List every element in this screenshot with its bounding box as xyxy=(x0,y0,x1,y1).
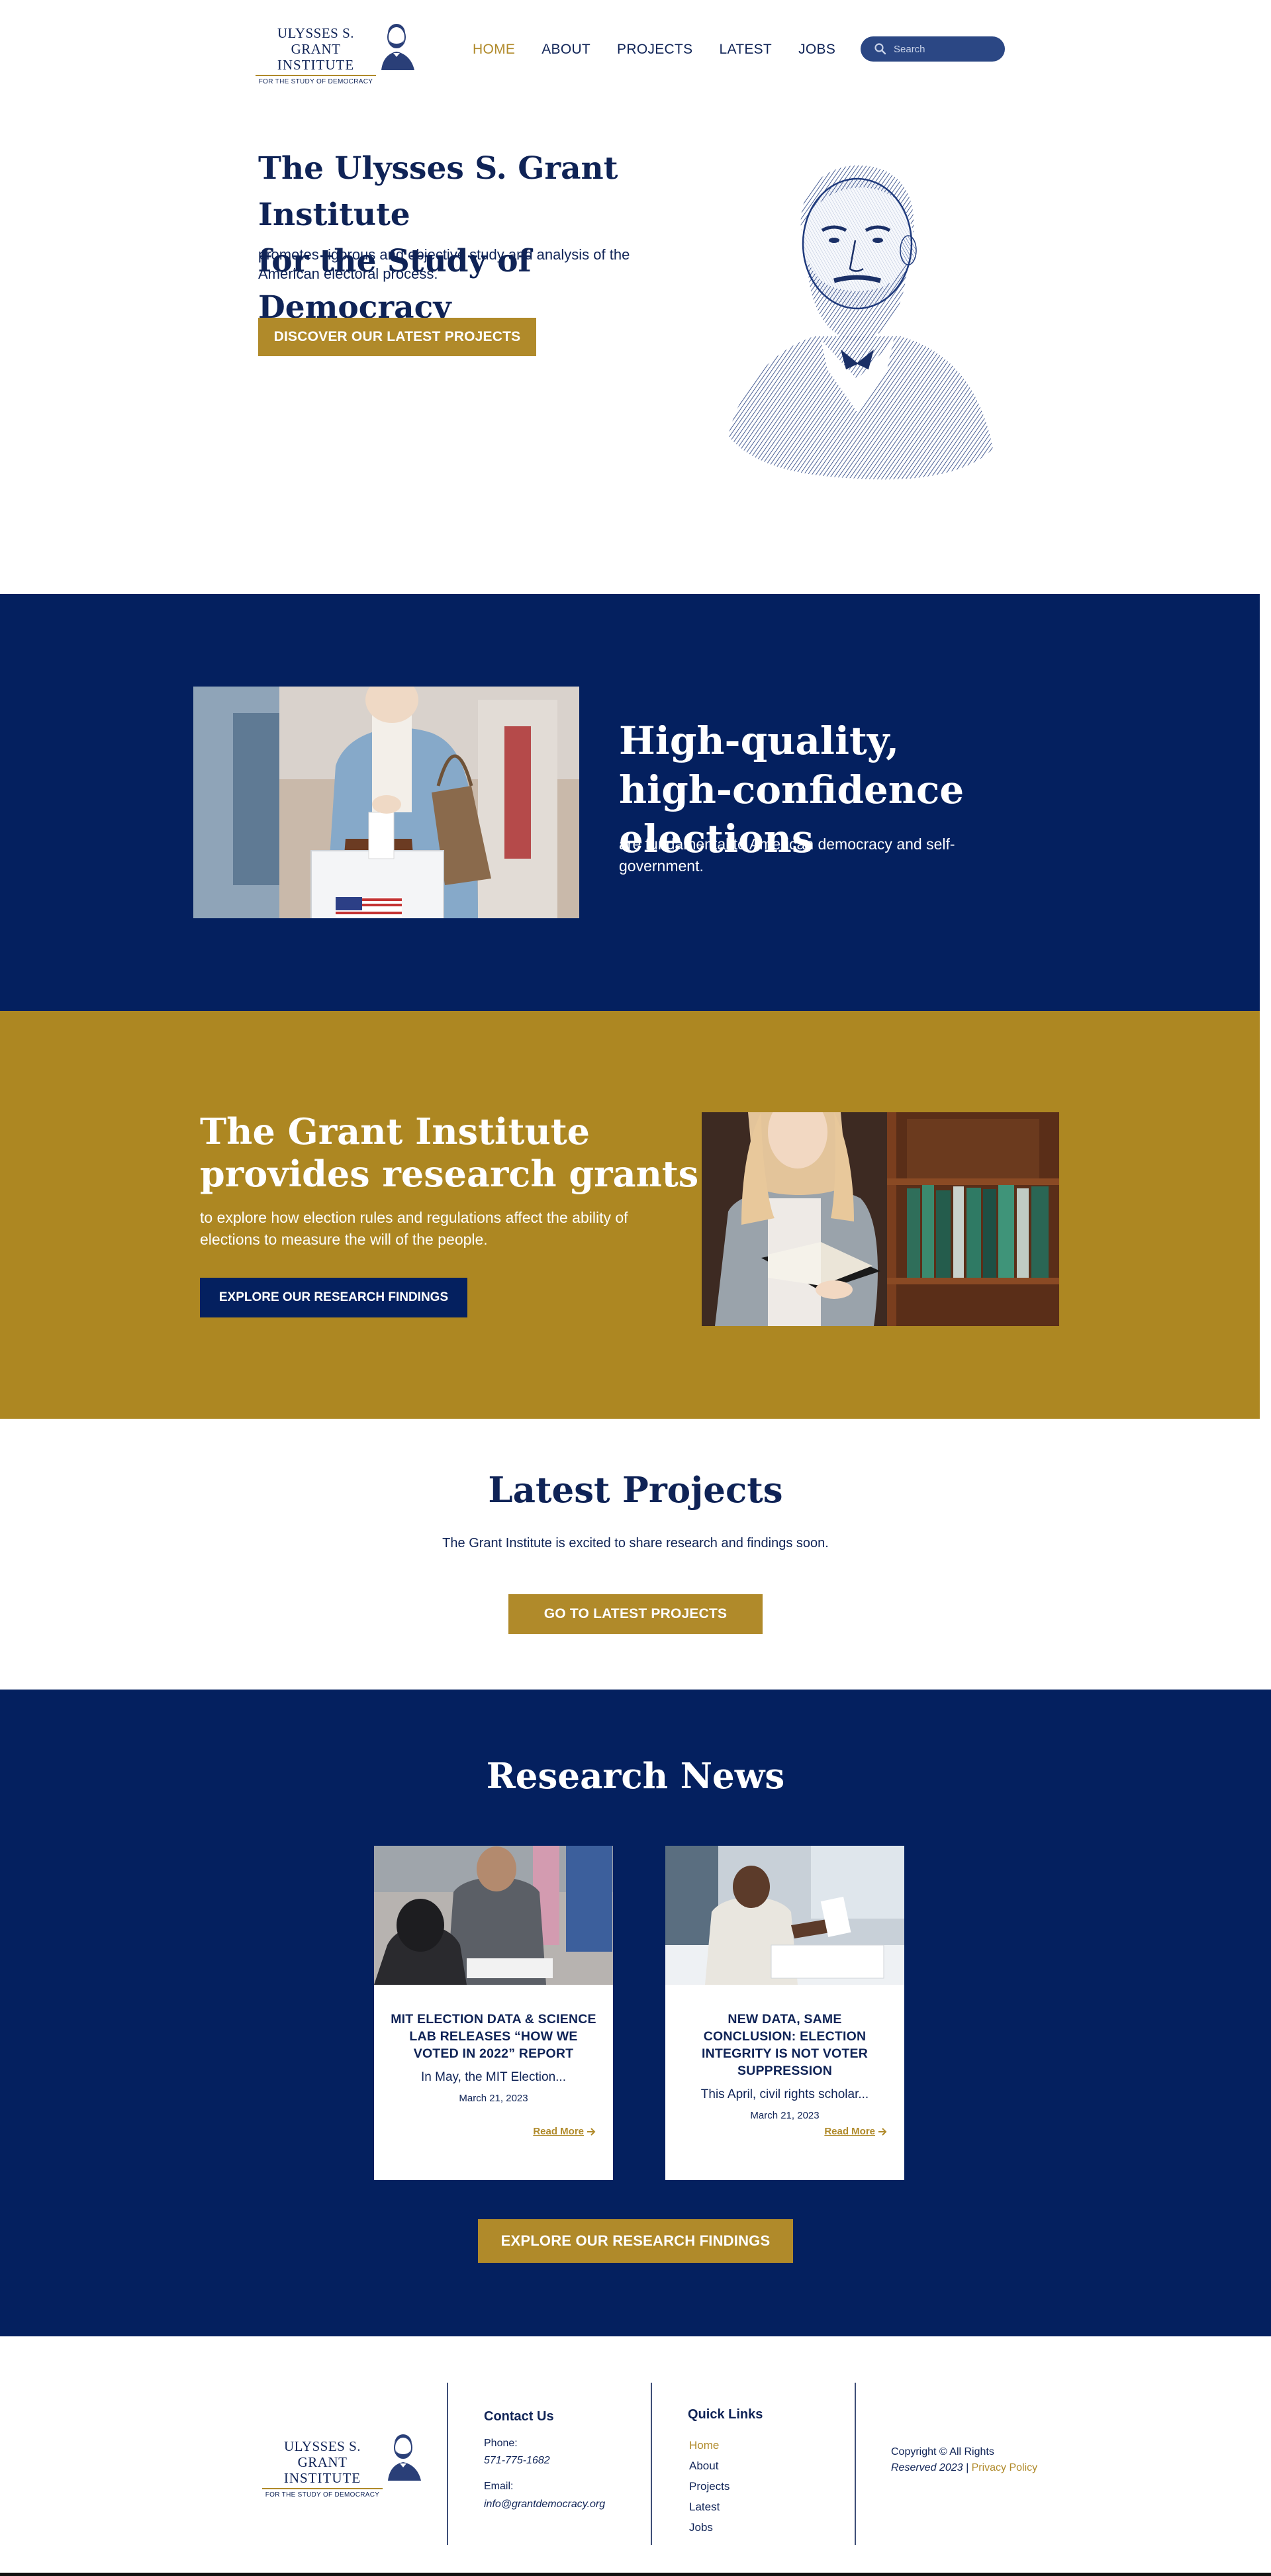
contact-heading: Contact Us xyxy=(484,2409,554,2424)
phone-label: Phone: xyxy=(484,2438,518,2449)
footer-logo-line-3: FOR THE STUDY OF DEMOCRACY xyxy=(265,2491,380,2499)
copyright-line-2: Reserved 2023 | Privacy Policy xyxy=(891,2460,1037,2476)
news-card-title[interactable]: MIT ELECTION DATA & SCIENCE LAB RELEASES… xyxy=(390,2011,597,2062)
copyright-year: Reserved 2023 | xyxy=(891,2462,969,2473)
logo-line-3: FOR THE STUDY OF DEMOCRACY xyxy=(258,78,373,85)
copyright: Copyright © All Rights Reserved 2023 | P… xyxy=(891,2444,1037,2476)
footer-logo[interactable]: ULYSSES S. GRANT INSTITUTE FOR THE STUDY… xyxy=(259,2429,425,2499)
news-card[interactable]: NEW DATA, SAME CONCLUSION: ELECTION INTE… xyxy=(665,1846,904,2180)
grants-subtitle: to explore how election rules and regula… xyxy=(200,1209,628,1248)
news-card-excerpt: This April, civil rights scholar... xyxy=(700,2087,869,2101)
news-card-date: March 21, 2023 xyxy=(459,2093,528,2104)
footer-link-projects[interactable]: Projects xyxy=(689,2480,730,2493)
news-card-image-ballot xyxy=(665,1846,904,1985)
grants-section: The Grant Institute provides research gr… xyxy=(0,1011,1260,1419)
privacy-policy-link[interactable]: Privacy Policy xyxy=(972,2462,1038,2473)
copyright-line-1: Copyright © All Rights xyxy=(891,2446,994,2457)
nav-home[interactable]: HOME xyxy=(473,40,515,60)
main-nav: HOME ABOUT PROJECTS LATEST JOBS xyxy=(473,40,862,60)
explore-findings-button[interactable]: EXPLORE OUR RESEARCH FINDINGS xyxy=(200,1278,467,1317)
phone-number[interactable]: 571-775-1682 xyxy=(484,2454,550,2467)
quick-links-heading: Quick Links xyxy=(688,2407,763,2422)
grant-bust-icon xyxy=(381,24,414,70)
footer-link-about[interactable]: About xyxy=(689,2459,718,2473)
footer-link-latest[interactable]: Latest xyxy=(689,2501,720,2514)
footer-link-home[interactable]: Home xyxy=(689,2439,719,2452)
reading-woman-photo xyxy=(702,1112,1059,1326)
logo-wordmark: ULYSSES S. GRANT INSTITUTE FOR THE STUDY… xyxy=(253,25,379,86)
elections-section: High-quality, high-confidence elections … xyxy=(0,594,1260,1011)
nav-jobs[interactable]: JOBS xyxy=(798,40,835,60)
arrow-right-icon xyxy=(878,2127,887,2136)
arrow-right-icon xyxy=(587,2127,596,2136)
footer-logo-line-2: INSTITUTE xyxy=(283,2470,361,2486)
grant-portrait-image xyxy=(728,165,993,480)
site-header: ULYSSES S. GRANT INSTITUTE FOR THE STUDY… xyxy=(0,0,1271,99)
read-more-label: Read More xyxy=(824,2126,875,2137)
footer-link-jobs[interactable]: Jobs xyxy=(689,2521,713,2534)
logo-rule xyxy=(256,75,376,76)
footer-divider xyxy=(651,2383,652,2545)
read-more-label: Read More xyxy=(533,2126,584,2137)
latest-projects-button[interactable]: GO TO LATEST PROJECTS xyxy=(508,1594,763,1634)
news-card[interactable]: MIT ELECTION DATA & SCIENCE LAB RELEASES… xyxy=(374,1846,613,2180)
news-card-date: March 21, 2023 xyxy=(750,2110,820,2121)
search-input[interactable] xyxy=(894,43,993,55)
logo-line-1: ULYSSES S. GRANT xyxy=(277,25,355,57)
discover-projects-button[interactable]: DISCOVER OUR LATEST PROJECTS xyxy=(258,318,536,356)
footer-bottom-bar xyxy=(0,2573,1271,2576)
nav-latest[interactable]: LATEST xyxy=(719,40,772,60)
elections-title-line-1: High-quality, xyxy=(619,718,900,763)
site-footer: ULYSSES S. GRANT INSTITUTE FOR THE STUDY… xyxy=(0,2336,1271,2576)
elections-subtitle: are fundamental to American democracy an… xyxy=(619,835,955,875)
voter-ballot-photo xyxy=(193,687,579,918)
read-more-link[interactable]: Read More xyxy=(533,2126,596,2137)
footer-divider xyxy=(447,2383,448,2545)
news-card-excerpt: In May, the MIT Election... xyxy=(421,2070,566,2084)
nav-about[interactable]: ABOUT xyxy=(541,40,590,60)
site-logo[interactable]: ULYSSES S. GRANT INSTITUTE FOR THE STUDY… xyxy=(253,19,418,85)
news-card-title[interactable]: NEW DATA, SAME CONCLUSION: ELECTION INTE… xyxy=(681,2011,888,2079)
latest-projects-title: Latest Projects xyxy=(488,1470,783,1511)
footer-divider xyxy=(855,2383,856,2545)
footer-logo-rule xyxy=(262,2488,383,2489)
news-explore-findings-button[interactable]: EXPLORE OUR RESEARCH FINDINGS xyxy=(478,2219,793,2263)
search-icon[interactable] xyxy=(874,42,887,56)
read-more-link[interactable]: Read More xyxy=(824,2126,887,2137)
grants-title: The Grant Institute provides research gr… xyxy=(200,1110,699,1195)
email-label: Email: xyxy=(484,2481,514,2492)
latest-projects-subtitle: The Grant Institute is excited to share … xyxy=(442,1536,829,1550)
hero-title: The Ulysses S. Grant Institute for the S… xyxy=(258,146,722,331)
nav-projects[interactable]: PROJECTS xyxy=(617,40,692,60)
search-box[interactable] xyxy=(861,36,1005,62)
hero-title-line-1: The Ulysses S. Grant Institute xyxy=(258,150,618,233)
research-news-section: Research News MIT ELECTION DATA & SCIENC… xyxy=(0,1690,1271,2336)
footer-logo-line-1: ULYSSES S. GRANT xyxy=(283,2438,361,2470)
grant-bust-icon xyxy=(388,2434,421,2481)
hero-subtitle: promotes rigorous and objective study an… xyxy=(258,246,630,282)
research-news-title: Research News xyxy=(486,1756,785,1797)
email-address[interactable]: info@grantdemocracy.org xyxy=(484,2498,605,2511)
news-card-image-voters xyxy=(374,1846,613,1985)
footer-logo-wordmark: ULYSSES S. GRANT INSTITUTE FOR THE STUDY… xyxy=(259,2438,385,2499)
logo-line-2: INSTITUTE xyxy=(277,57,355,73)
